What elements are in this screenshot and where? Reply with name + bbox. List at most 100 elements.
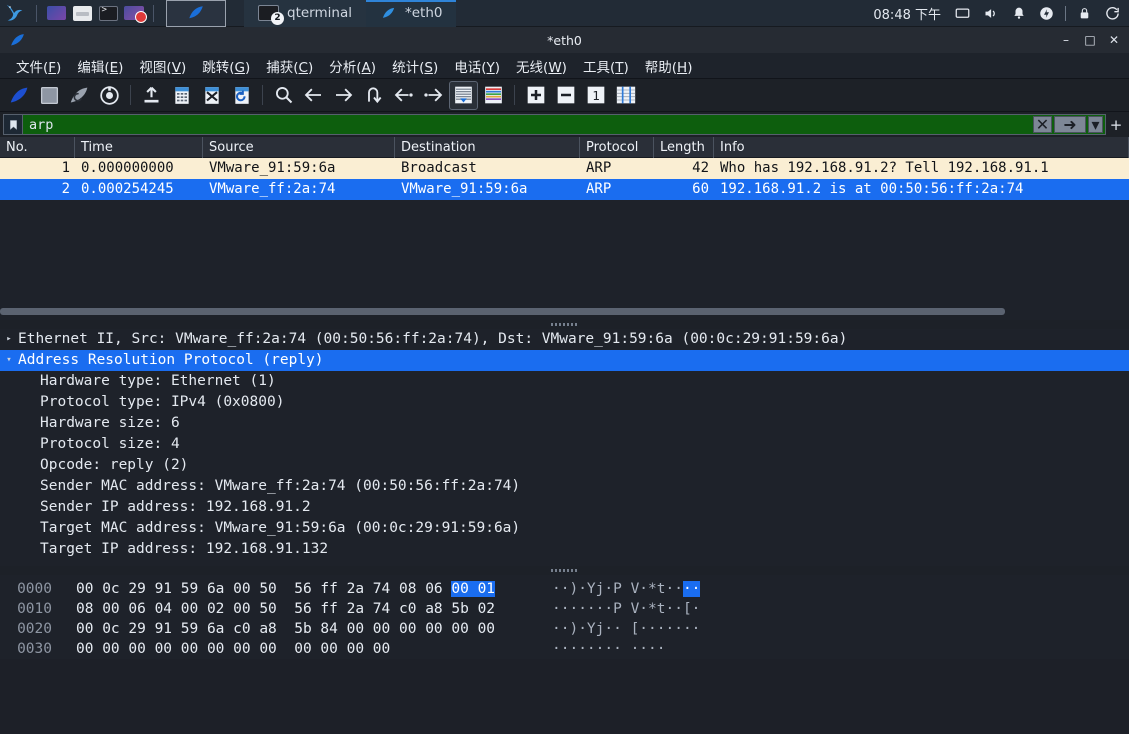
table-row[interactable]: 2 0.000254245 VMware_ff:2a:74 VMware_91:… bbox=[0, 179, 1129, 200]
detail-row-arp[interactable]: ▾ Address Resolution Protocol (reply) bbox=[0, 350, 1129, 371]
go-first-packet-icon[interactable] bbox=[389, 81, 418, 110]
detail-field-sender-ip[interactable]: Sender IP address: 192.168.91.2 bbox=[0, 497, 1129, 518]
go-last-packet-icon[interactable] bbox=[419, 81, 448, 110]
close-button[interactable]: ✕ bbox=[1103, 29, 1125, 51]
display-filter-input[interactable]: arp ✕ ➜ ▾ bbox=[3, 114, 1106, 135]
menu-capture[interactable]: 捕获(C) bbox=[258, 54, 321, 78]
volume-icon[interactable] bbox=[978, 0, 1003, 27]
apply-filter-button[interactable]: ➜ bbox=[1054, 115, 1086, 134]
folder-icon[interactable] bbox=[69, 2, 95, 24]
capture-options-icon[interactable] bbox=[95, 81, 124, 110]
column-header-time[interactable]: Time bbox=[75, 136, 203, 158]
go-forward-icon[interactable] bbox=[329, 81, 358, 110]
close-file-icon[interactable] bbox=[197, 81, 226, 110]
wireshark-fin-icon[interactable] bbox=[166, 0, 226, 27]
go-to-packet-icon[interactable] bbox=[359, 81, 388, 110]
pane-splitter-top[interactable] bbox=[0, 320, 1129, 329]
restart-capture-icon[interactable] bbox=[65, 81, 94, 110]
clear-filter-button[interactable]: ✕ bbox=[1033, 115, 1052, 134]
hex-row[interactable]: 0010 08 00 06 04 00 02 00 50 56 ff 2a 74… bbox=[0, 599, 1129, 619]
hex-row[interactable]: 0030 00 00 00 00 00 00 00 00 00 00 00 00… bbox=[0, 639, 1129, 659]
menu-help[interactable]: 帮助(H) bbox=[637, 54, 701, 78]
zoom-in-icon[interactable] bbox=[521, 81, 550, 110]
open-file-icon[interactable] bbox=[137, 81, 166, 110]
resize-columns-icon[interactable] bbox=[611, 81, 640, 110]
scrollbar-thumb[interactable] bbox=[0, 308, 1005, 315]
display-filter-text[interactable]: arp bbox=[23, 117, 1033, 133]
hex-ascii[interactable]: ··)·Yj·· [······· bbox=[552, 619, 700, 639]
reload-file-icon[interactable] bbox=[227, 81, 256, 110]
hex-ascii-highlight[interactable]: ·· bbox=[682, 581, 701, 597]
detail-field-target-mac[interactable]: Target MAC address: VMware_91:59:6a (00:… bbox=[0, 518, 1129, 539]
detail-field-hardware-size[interactable]: Hardware size: 6 bbox=[0, 413, 1129, 434]
colorize-packets-icon[interactable] bbox=[479, 81, 508, 110]
column-header-protocol[interactable]: Protocol bbox=[580, 136, 654, 158]
save-file-icon[interactable] bbox=[167, 81, 196, 110]
menu-analyze[interactable]: 分析(A) bbox=[321, 54, 384, 78]
detail-field-protocol-size[interactable]: Protocol size: 4 bbox=[0, 434, 1129, 455]
column-header-source[interactable]: Source bbox=[203, 136, 395, 158]
start-capture-icon[interactable] bbox=[5, 81, 34, 110]
hex-bytes-highlight[interactable]: 00 01 bbox=[451, 581, 496, 597]
detail-field-opcode[interactable]: Opcode: reply (2) bbox=[0, 455, 1129, 476]
chevron-down-icon[interactable]: ▾ bbox=[0, 350, 18, 371]
menu-telephony[interactable]: 电话(Y) bbox=[446, 54, 508, 78]
hex-ascii[interactable]: ········ ···· bbox=[552, 639, 666, 659]
lock-icon[interactable] bbox=[1072, 0, 1097, 27]
auto-scroll-icon[interactable] bbox=[449, 80, 478, 110]
go-back-icon[interactable] bbox=[299, 81, 328, 110]
maximize-button[interactable]: □ bbox=[1079, 29, 1101, 51]
bookmark-icon[interactable] bbox=[4, 115, 23, 134]
menu-statistics[interactable]: 统计(S) bbox=[384, 54, 446, 78]
column-header-length[interactable]: Length bbox=[654, 136, 714, 158]
menu-view[interactable]: 视图(V) bbox=[131, 54, 194, 78]
clock[interactable]: 08:48 下午 bbox=[867, 4, 947, 23]
taskbar-window-eth0[interactable]: *eth0 bbox=[365, 0, 457, 27]
pane-splitter-bottom[interactable] bbox=[0, 566, 1129, 575]
minimize-button[interactable]: – bbox=[1055, 29, 1077, 51]
taskbar-window-label: qterminal bbox=[287, 5, 352, 21]
menu-go[interactable]: 跳转(G) bbox=[194, 54, 258, 78]
detail-field-sender-mac[interactable]: Sender MAC address: VMware_ff:2a:74 (00:… bbox=[0, 476, 1129, 497]
kali-dragon-logo[interactable] bbox=[0, 0, 30, 27]
zoom-reset-icon[interactable]: 1 bbox=[581, 81, 610, 110]
splitter-grip bbox=[550, 569, 579, 572]
display-icon[interactable] bbox=[950, 0, 975, 27]
zoom-out-icon[interactable] bbox=[551, 81, 580, 110]
detail-field-hardware-type[interactable]: Hardware type: Ethernet (1) bbox=[0, 371, 1129, 392]
menu-tools[interactable]: 工具(T) bbox=[575, 54, 637, 78]
chevron-right-icon[interactable]: ▸ bbox=[0, 329, 18, 350]
power-icon[interactable] bbox=[1034, 0, 1059, 27]
menu-wireless[interactable]: 无线(W) bbox=[508, 54, 575, 78]
hex-bytes[interactable]: 00 0c 29 91 59 6a c0 a8 5b 84 00 00 00 0… bbox=[62, 619, 552, 639]
hex-offset: 0030 bbox=[17, 641, 52, 657]
detail-field-protocol-type[interactable]: Protocol type: IPv4 (0x0800) bbox=[0, 392, 1129, 413]
column-header-destination[interactable]: Destination bbox=[395, 136, 580, 158]
hex-ascii[interactable]: ·······P V·*t··[· bbox=[552, 599, 700, 619]
wireshark-fin-icon bbox=[382, 7, 395, 18]
logout-icon[interactable] bbox=[1100, 0, 1125, 27]
menu-edit[interactable]: 编辑(E) bbox=[69, 54, 131, 78]
find-packet-icon[interactable] bbox=[269, 81, 298, 110]
hex-bytes[interactable]: 08 00 06 04 00 02 00 50 56 ff 2a 74 c0 a… bbox=[62, 599, 552, 619]
filter-dropdown-button[interactable]: ▾ bbox=[1088, 115, 1103, 134]
taskbar-window-qterminal[interactable]: qterminal bbox=[244, 0, 366, 27]
app-launcher-icon[interactable] bbox=[43, 2, 69, 24]
column-header-info[interactable]: Info bbox=[714, 136, 1129, 158]
stop-capture-icon[interactable] bbox=[35, 81, 64, 110]
hex-row[interactable]: 0020 00 0c 29 91 59 6a c0 a8 5b 84 00 00… bbox=[0, 619, 1129, 639]
terminal-icon[interactable] bbox=[95, 2, 121, 24]
column-header-no[interactable]: No. bbox=[0, 136, 75, 158]
packet-list-hscrollbar[interactable] bbox=[0, 308, 1129, 315]
hex-ascii[interactable]: ··)·Yj·P V·*t···· bbox=[552, 579, 701, 599]
bell-icon[interactable] bbox=[1006, 0, 1031, 27]
detail-field-target-ip[interactable]: Target IP address: 192.168.91.132 bbox=[0, 539, 1129, 560]
hex-row[interactable]: 0000 00 0c 29 91 59 6a 00 50 56 ff 2a 74… bbox=[0, 579, 1129, 599]
add-filter-button[interactable]: + bbox=[1106, 116, 1126, 134]
menu-file[interactable]: 文件(F) bbox=[8, 54, 69, 78]
table-row[interactable]: 1 0.000000000 VMware_91:59:6a Broadcast … bbox=[0, 158, 1129, 179]
record-icon[interactable] bbox=[121, 2, 147, 24]
hex-bytes[interactable]: 00 0c 29 91 59 6a 00 50 56 ff 2a 74 08 0… bbox=[62, 579, 552, 599]
hex-bytes[interactable]: 00 00 00 00 00 00 00 00 00 00 00 00 bbox=[62, 639, 552, 659]
detail-row-ethernet[interactable]: ▸ Ethernet II, Src: VMware_ff:2a:74 (00:… bbox=[0, 329, 1129, 350]
